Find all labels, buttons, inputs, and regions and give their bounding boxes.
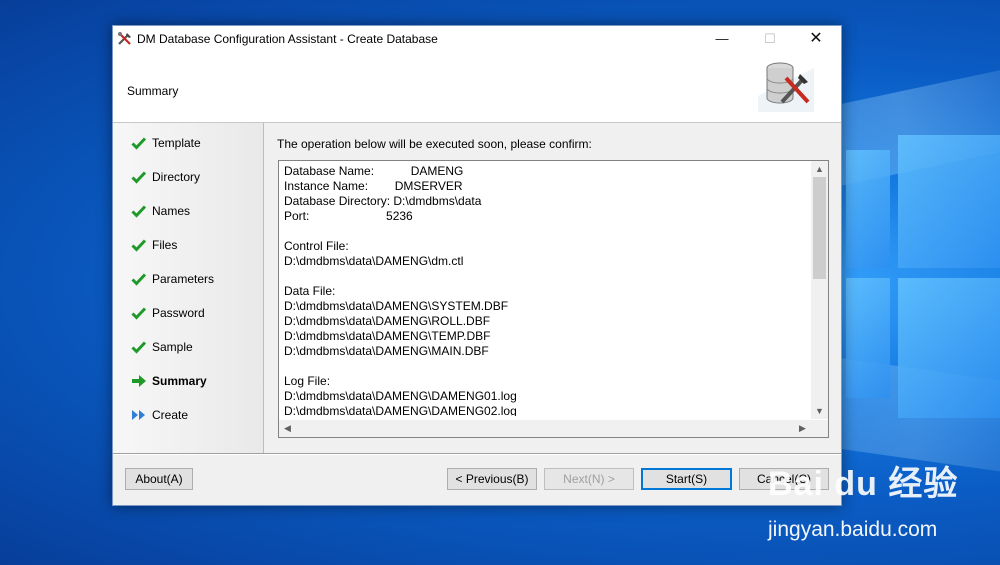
confirm-prompt: The operation below will be executed soo… <box>277 137 592 151</box>
minimize-button[interactable]: — <box>699 26 745 52</box>
page-title: Summary <box>127 84 179 98</box>
title-bar[interactable]: DM Database Configuration Assistant - Cr… <box>113 26 841 52</box>
summary-line: Instance Name: DMSERVER <box>284 179 463 193</box>
step-label: Template <box>152 136 201 150</box>
step-label: Password <box>152 306 205 320</box>
vertical-scrollbar[interactable]: ▲ ▼ <box>811 161 828 419</box>
close-button[interactable]: ✕ <box>793 26 839 52</box>
arrow-right-icon <box>132 375 146 387</box>
baidu-watermark: Bai du 经验 jingyan.baidu.com <box>760 450 1000 560</box>
step-label: Parameters <box>152 272 215 286</box>
checkmark-icon <box>131 137 147 150</box>
checkmark-icon <box>131 205 147 218</box>
summary-line: D:\dmdbms\data\DAMENG\MAIN.DBF <box>284 344 489 358</box>
scroll-down-icon[interactable]: ▼ <box>811 403 828 419</box>
summary-line: D:\dmdbms\data\DAMENG\TEMP.DBF <box>284 329 491 343</box>
step-label: Summary <box>152 374 207 388</box>
maximize-button[interactable]: ☐ <box>747 26 793 52</box>
checkmark-icon <box>131 307 147 320</box>
scroll-up-icon[interactable]: ▲ <box>811 161 828 177</box>
windows-logo-pane <box>898 278 1000 418</box>
step-label: Create <box>152 408 189 422</box>
summary-line: Log File: <box>284 374 331 388</box>
checkmark-icon <box>131 341 147 354</box>
previous-button[interactable]: < Previous(B) <box>447 468 537 490</box>
horizontal-scrollbar[interactable]: ◀ ▶ <box>279 420 811 437</box>
summary-line: D:\dmdbms\data\DAMENG\ROLL.DBF <box>284 314 491 328</box>
summary-content: Database Name: DAMENG Instance Name: DMSE… <box>284 164 804 416</box>
step-label: Sample <box>152 340 193 354</box>
step-label: Directory <box>152 170 201 184</box>
tools-icon <box>118 32 131 45</box>
checkmark-icon <box>131 273 147 286</box>
windows-logo-pane <box>846 150 890 268</box>
summary-line <box>284 224 804 239</box>
summary-line: D:\dmdbms\data\DAMENG\dm.ctl <box>284 254 464 268</box>
summary-line: D:\dmdbms\data\DAMENG\DAMENG01.log <box>284 389 517 403</box>
next-button[interactable]: Next(N) > <box>544 468 634 490</box>
step-label: Names <box>152 204 191 218</box>
windows-logo-pane <box>846 278 890 398</box>
summary-line: D:\dmdbms\data\DAMENG\DAMENG02.log <box>284 404 517 416</box>
checkmark-icon <box>131 171 147 184</box>
watermark-url: jingyan.baidu.com <box>768 518 938 541</box>
summary-line <box>284 269 804 284</box>
windows-logo-pane <box>898 135 1000 268</box>
checkmark-icon <box>131 239 147 252</box>
about-button[interactable]: About(A) <box>125 468 193 490</box>
divider <box>113 453 841 455</box>
start-button[interactable]: Start(S) <box>641 468 732 490</box>
summary-line: Database Directory: D:\dmdbms\data <box>284 194 482 208</box>
window-title: DM Database Configuration Assistant - Cr… <box>137 32 438 46</box>
scroll-left-icon[interactable]: ◀ <box>279 420 296 436</box>
scroll-right-icon[interactable]: ▶ <box>794 420 811 436</box>
step-label: Files <box>152 238 178 252</box>
summary-line: Port: 5236 <box>284 209 413 223</box>
summary-line: D:\dmdbms\data\DAMENG\SYSTEM.DBF <box>284 299 509 313</box>
summary-line <box>284 359 804 374</box>
summary-textarea[interactable]: Database Name: DAMENG Instance Name: DMSE… <box>278 160 829 438</box>
wizard-steps-sidebar: Template Directory Names Files Parameters Pas… <box>113 123 264 453</box>
summary-line: Data File: <box>284 284 336 298</box>
summary-line: Control File: <box>284 239 349 253</box>
database-tools-icon <box>758 56 814 112</box>
wizard-header: Summary <box>113 52 841 123</box>
scroll-thumb[interactable] <box>813 177 826 279</box>
watermark-logo: Bai du 经验 <box>768 465 959 503</box>
dialog-window: DM Database Configuration Assistant - Cr… <box>112 25 842 506</box>
summary-line: Database Name: DAMENG <box>284 164 464 178</box>
double-arrow-icon <box>132 410 145 420</box>
